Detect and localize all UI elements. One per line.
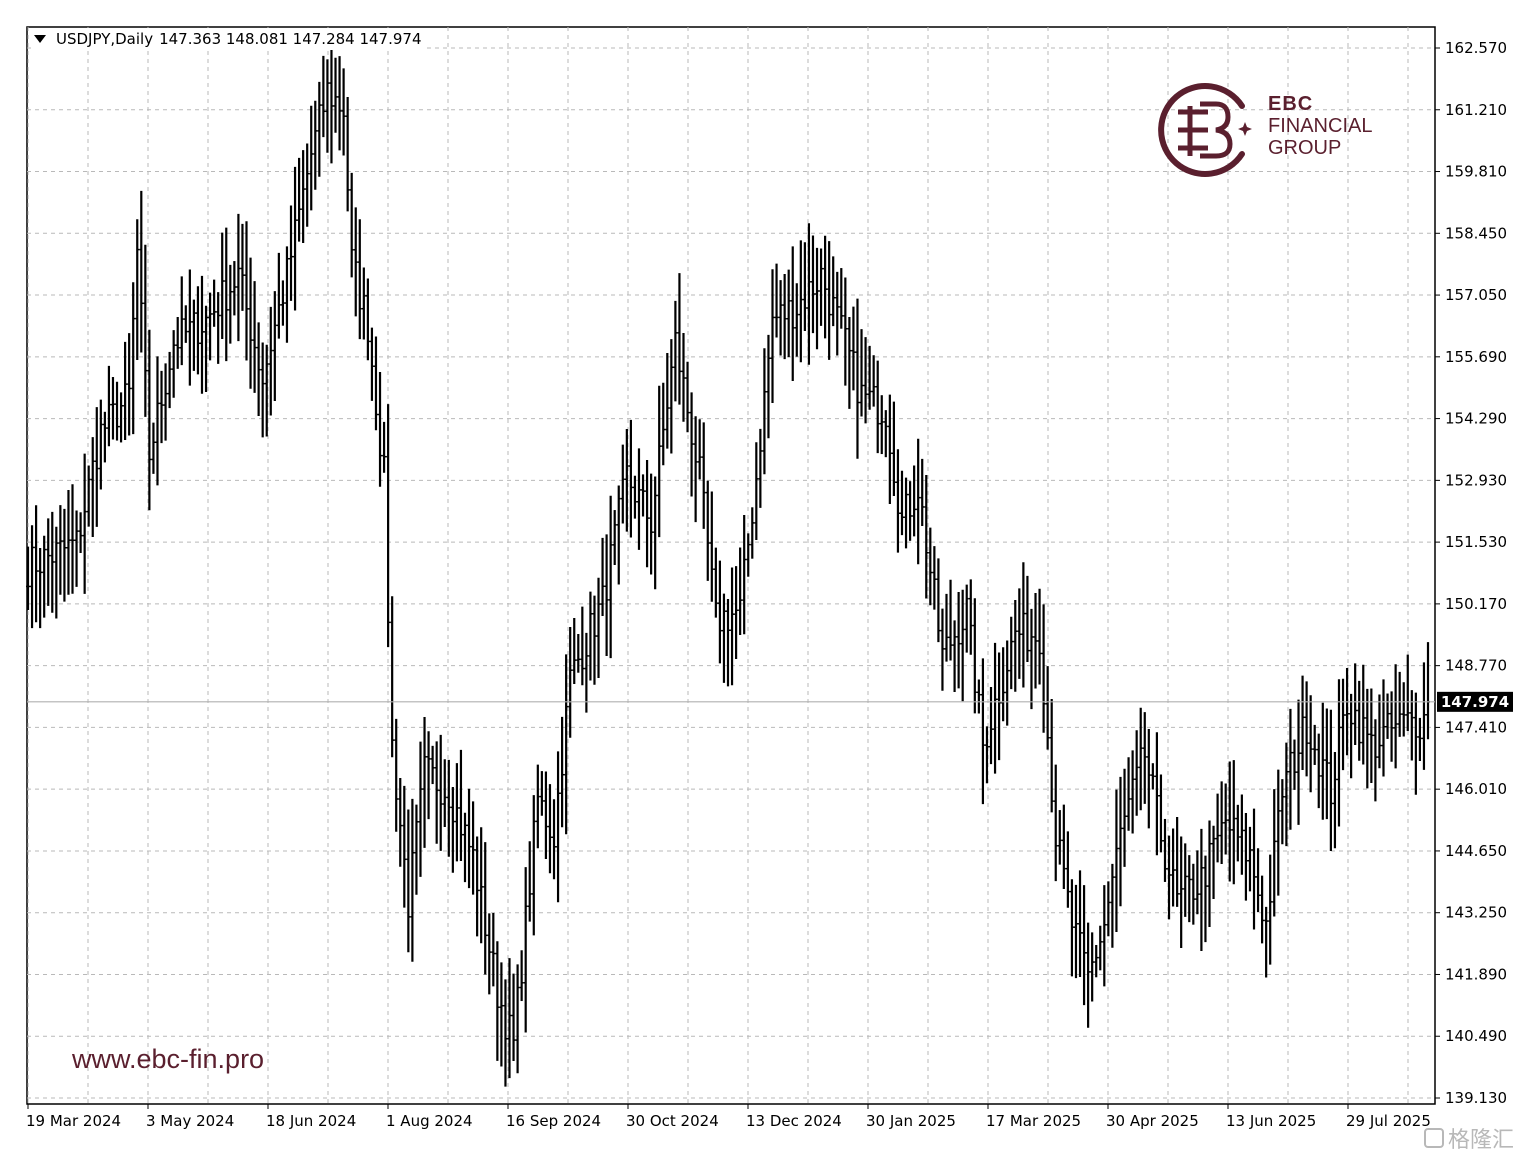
y-tick-label: 143.250 (1445, 904, 1507, 922)
logo-line2: FINANCIAL (1268, 115, 1373, 137)
x-tick-label: 30 Oct 2024 (626, 1112, 719, 1130)
y-tick-label: 140.490 (1445, 1027, 1507, 1045)
website-url: www.ebc-fin.pro (72, 1044, 265, 1074)
x-tick-label: 16 Sep 2024 (506, 1112, 601, 1130)
y-tick-label: 162.570 (1445, 39, 1507, 57)
current-price-value: 147.974 (1441, 693, 1509, 711)
logo-brand: EBC (1268, 93, 1314, 115)
logo-text: EBC FINANCIAL GROUP (1268, 93, 1372, 159)
symbol-timeframe: USDJPY,Daily (56, 30, 154, 48)
y-tick-label: 144.650 (1445, 842, 1507, 860)
dropdown-arrow-icon[interactable] (34, 35, 46, 43)
x-tick-label: 18 Jun 2024 (266, 1112, 356, 1130)
x-tick-label: 30 Apr 2025 (1106, 1112, 1199, 1130)
y-tick-label: 139.130 (1445, 1089, 1507, 1107)
y-tick-label: 159.810 (1445, 163, 1507, 181)
x-tick-label: 1 Aug 2024 (386, 1112, 473, 1130)
logo-line3: GROUP (1268, 137, 1342, 159)
x-tick-label: 30 Jan 2025 (866, 1112, 956, 1130)
x-axis: 19 Mar 2024 3 May 2024 18 Jun 2024 1 Aug 20… (26, 1104, 1431, 1130)
chart-header: USDJPY,Daily 147.363 148.081 147.284 147… (34, 28, 426, 50)
plot-area (26, 26, 1436, 1105)
y-tick-label: 161.210 (1445, 101, 1507, 119)
y-tick-label: 146.010 (1445, 780, 1507, 798)
x-tick-label: 17 Mar 2025 (986, 1112, 1081, 1130)
y-tick-label: 152.930 (1445, 471, 1507, 489)
watermark-text: 格隆汇 (1448, 1128, 1515, 1153)
x-tick-label: 19 Mar 2024 (26, 1112, 121, 1130)
y-tick-label: 141.890 (1445, 965, 1507, 983)
y-tick-label: 157.050 (1445, 286, 1507, 304)
y-tick-label: 151.530 (1445, 533, 1507, 551)
x-tick-label: 13 Dec 2024 (746, 1112, 842, 1130)
watermark-logo-icon (1424, 1128, 1444, 1148)
ohlc-values: 147.363 148.081 147.284 147.974 (159, 30, 422, 48)
x-tick-label: 13 Jun 2025 (1226, 1112, 1316, 1130)
x-tick-label: 29 Jul 2025 (1346, 1112, 1431, 1130)
watermark: 格隆汇 (1424, 1122, 1514, 1154)
x-tick-label: 3 May 2024 (146, 1112, 234, 1130)
y-tick-label: 150.170 (1445, 595, 1507, 613)
current-price-label: 147.974 (1437, 691, 1513, 712)
y-tick-label: 154.290 (1445, 410, 1507, 428)
y-tick-label: 158.450 (1445, 224, 1507, 242)
y-tick-label: 147.410 (1445, 718, 1507, 736)
y-tick-label: 148.770 (1445, 657, 1507, 675)
y-tick-label: 155.690 (1445, 348, 1507, 366)
y-axis: 162.570 161.210 159.810 158.450 157.050 155.6… (1435, 39, 1507, 1107)
